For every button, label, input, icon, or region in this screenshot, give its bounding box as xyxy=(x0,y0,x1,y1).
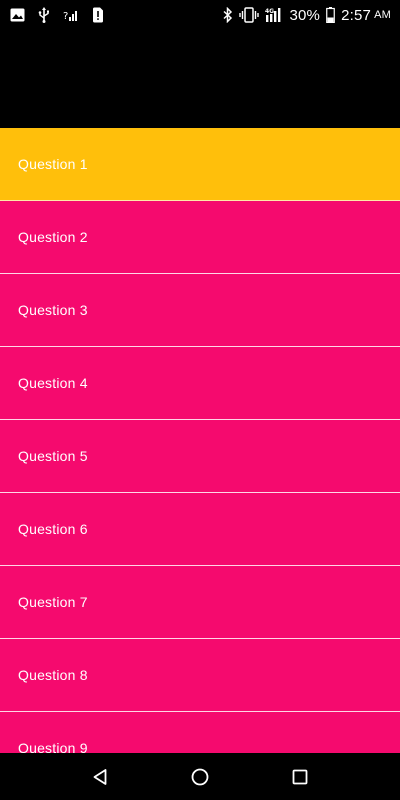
question-item[interactable]: Question 2 xyxy=(0,201,400,274)
question-list[interactable]: Question 1 Question 2 Question 3 Questio… xyxy=(0,128,400,753)
question-label: Question 1 xyxy=(18,156,88,172)
lte-signal-icon: 4G xyxy=(265,7,283,23)
clock-time: 2:57 xyxy=(341,6,372,24)
status-bar: ? 4G 30% 2:57 AM xyxy=(0,0,400,30)
question-item[interactable]: Question 9 xyxy=(0,712,400,753)
navigation-bar xyxy=(0,753,400,800)
image-icon xyxy=(10,8,25,22)
status-notifications: ? xyxy=(10,4,104,26)
question-item[interactable]: Question 6 xyxy=(0,493,400,566)
question-item[interactable]: Question 1 xyxy=(0,128,400,201)
question-item[interactable]: Question 7 xyxy=(0,566,400,639)
question-item[interactable]: Question 5 xyxy=(0,420,400,493)
question-label: Question 3 xyxy=(18,302,88,318)
question-label: Question 7 xyxy=(18,594,88,610)
bluetooth-icon xyxy=(223,7,233,23)
question-item[interactable]: Question 8 xyxy=(0,639,400,712)
question-label: Question 2 xyxy=(18,229,88,245)
battery-percent: 30% xyxy=(289,6,321,24)
back-button[interactable] xyxy=(70,753,130,800)
svg-text:?: ? xyxy=(63,11,68,22)
question-label: Question 9 xyxy=(18,740,88,753)
app-header xyxy=(0,30,400,128)
battery-icon xyxy=(326,7,335,23)
back-icon xyxy=(92,768,108,786)
clock-ampm: AM xyxy=(374,9,391,21)
question-item[interactable]: Question 4 xyxy=(0,347,400,420)
network-type-label: 4G xyxy=(265,8,274,15)
recents-icon xyxy=(292,769,308,785)
question-label: Question 8 xyxy=(18,667,88,683)
question-label: Question 4 xyxy=(18,375,88,391)
home-icon xyxy=(191,768,209,786)
usb-icon xyxy=(38,7,50,23)
signal-question-icon: ? xyxy=(63,8,79,22)
vibrate-icon xyxy=(239,7,260,23)
home-button[interactable] xyxy=(170,753,230,800)
question-label: Question 6 xyxy=(18,521,88,537)
sim-alert-icon xyxy=(92,7,104,23)
question-label: Question 5 xyxy=(18,448,88,464)
app-screen: ? 4G 30% 2:57 AM Question 1 Question 2 Q… xyxy=(0,0,400,800)
recents-button[interactable] xyxy=(270,753,330,800)
question-item[interactable]: Question 3 xyxy=(0,274,400,347)
status-system: 4G 30% 2:57 AM xyxy=(223,4,391,26)
